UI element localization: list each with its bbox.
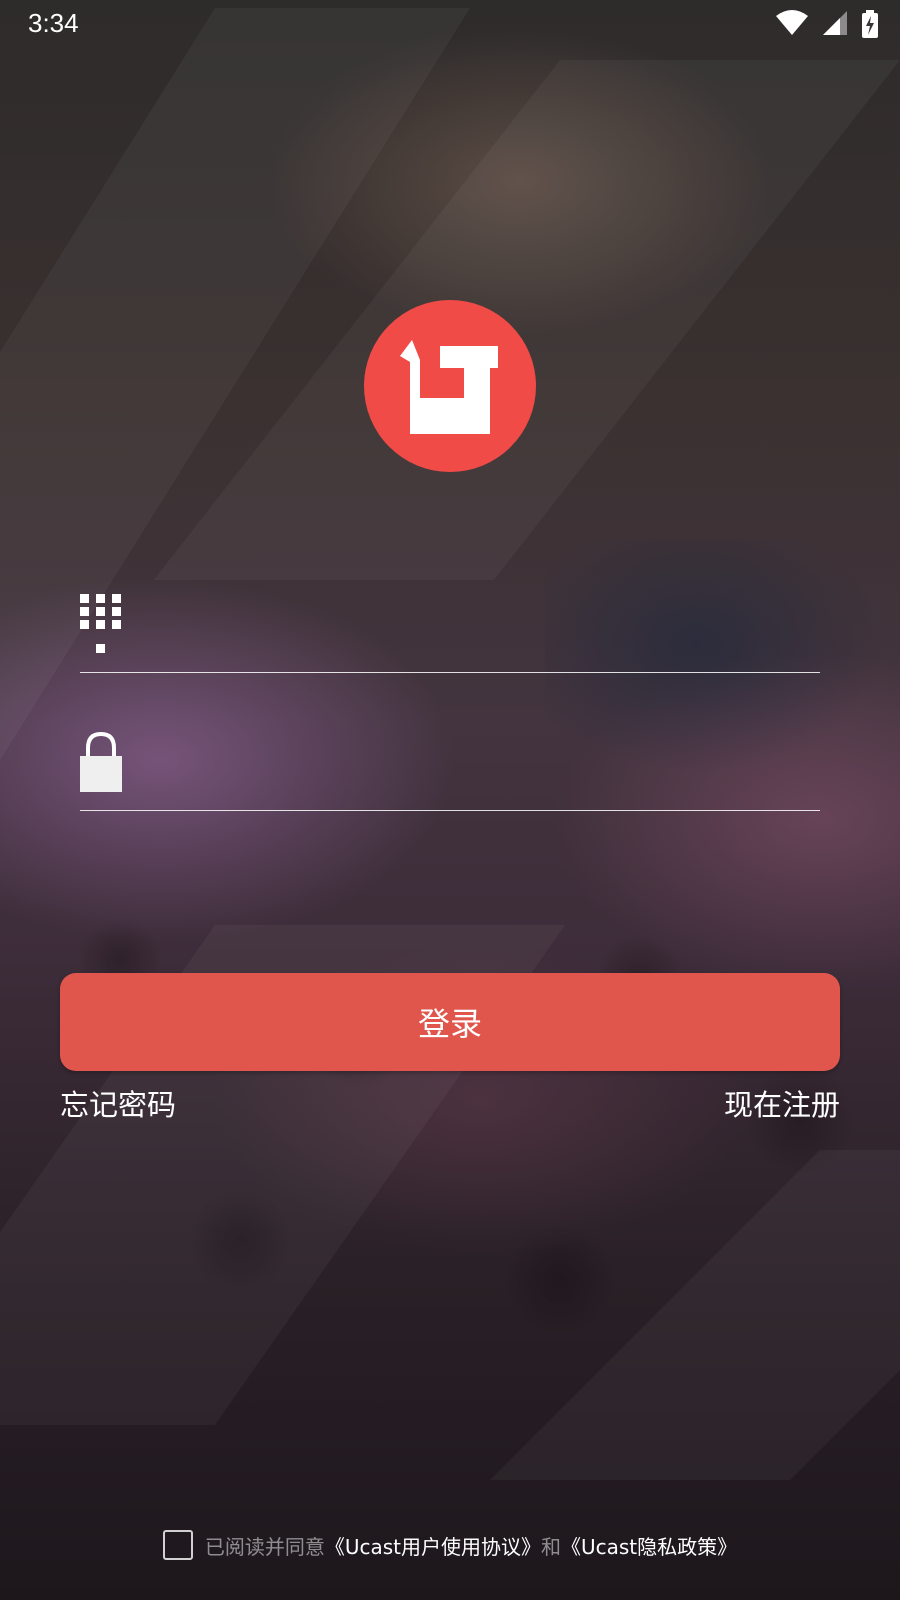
- login-button[interactable]: 登录: [60, 973, 840, 1071]
- agreement-conjunction: 和: [541, 1534, 561, 1559]
- agreement-prefix: 已阅读并同意: [204, 1534, 325, 1559]
- user-agreement-link[interactable]: 《Ucast用户使用协议》: [325, 1531, 541, 1560]
- app-logo: [364, 300, 536, 472]
- login-screen: 3:34 登录 忘记密码 现在注册 已阅读并同意 《Ucast用户使用协议》 和…: [0, 0, 900, 1600]
- privacy-policy-link[interactable]: 《Ucast隐私政策》: [561, 1531, 737, 1560]
- dialpad-icon: [80, 594, 121, 653]
- password-input[interactable]: [150, 748, 820, 796]
- phone-field: [80, 592, 820, 673]
- register-link[interactable]: 现在注册: [724, 1082, 840, 1124]
- status-icons: [766, 10, 878, 38]
- battery-charging-icon: [862, 10, 878, 38]
- agreement-checkbox[interactable]: [162, 1530, 193, 1560]
- password-field: [80, 730, 820, 811]
- status-time: 3:34: [28, 8, 79, 38]
- signal-icon: [822, 11, 847, 35]
- agreement-row: 已阅读并同意 《Ucast用户使用协议》 和 《Ucast隐私政策》: [0, 1530, 900, 1560]
- lock-icon: [80, 731, 122, 792]
- forgot-password-link[interactable]: 忘记密码: [60, 1082, 176, 1124]
- status-bar: 3:34: [0, 0, 900, 48]
- ucast-u-logo-icon: [400, 340, 498, 434]
- wifi-icon: [775, 10, 808, 35]
- phone-input[interactable]: [150, 610, 820, 658]
